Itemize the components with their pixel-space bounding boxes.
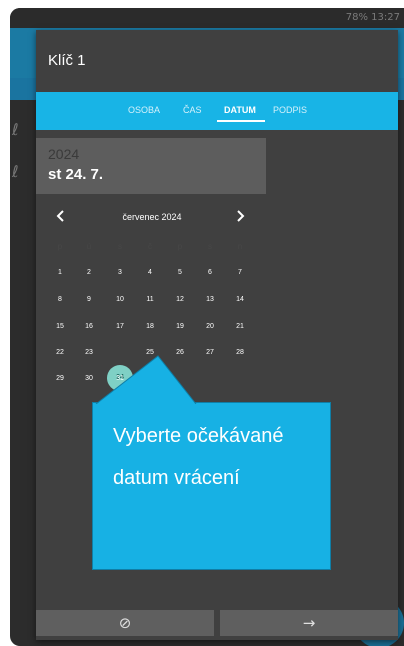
weekday-header: p — [177, 242, 183, 251]
calendar-day[interactable]: 16 — [77, 322, 101, 332]
cancel-button[interactable]: ⊘ — [36, 610, 214, 636]
calendar-day[interactable]: 10 — [108, 295, 132, 305]
dialog-footer: ⊘ → — [36, 610, 398, 640]
calendar-day[interactable]: 15 — [48, 322, 72, 332]
weekday-header: s — [208, 242, 212, 251]
calendar-day[interactable]: 11 — [138, 295, 162, 305]
date-header: 2024 st 24. 7. — [36, 138, 266, 194]
calendar-day[interactable]: 13 — [198, 295, 222, 305]
weekday-header: č — [148, 242, 152, 251]
status-bar: 78% 13:27 — [10, 8, 404, 28]
device-screen: 78% 13:27 ℓ ℓ Klíč 1 OSOBA ČAS DATUM POD… — [10, 8, 404, 646]
calendar-day[interactable]: 12 — [168, 295, 192, 305]
calendar-day[interactable]: 18 — [138, 322, 162, 332]
background-key-icon: ℓ — [12, 120, 19, 139]
date-picker-dialog: Klíč 1 OSOBA ČAS DATUM PODPIS 2024 st 24… — [36, 30, 398, 640]
weekday-header: ú — [86, 242, 92, 251]
calendar-day[interactable]: 21 — [228, 322, 252, 332]
tab-osoba[interactable]: OSOBA — [128, 105, 160, 115]
weekday-header: s — [118, 242, 122, 251]
prohibited-icon: ⊘ — [118, 614, 132, 632]
status-text: 78% 13:27 — [345, 12, 400, 23]
arrow-right-icon: → — [302, 614, 316, 632]
calendar-day[interactable]: 19 — [168, 322, 192, 332]
tab-indicator — [217, 120, 265, 122]
calendar-day[interactable]: 7 — [228, 268, 252, 278]
calendar-day[interactable]: 2 — [77, 268, 101, 278]
chevron-right-icon[interactable] — [235, 210, 245, 225]
month-label: červenec 2024 — [122, 212, 182, 222]
calendar-day[interactable]: 5 — [168, 268, 192, 278]
chevron-left-icon[interactable] — [56, 210, 66, 225]
tooltip-text: Vyberte očekávané datum vrácení — [113, 425, 284, 489]
calendar-day[interactable]: 20 — [198, 322, 222, 332]
tab-bar: OSOBA ČAS DATUM PODPIS — [36, 92, 398, 130]
tab-podpis[interactable]: PODPIS — [273, 105, 307, 115]
calendar-day[interactable]: 14 — [228, 295, 252, 305]
calendar-day[interactable]: 6 — [198, 268, 222, 278]
weekday-header: n — [237, 242, 243, 251]
calendar-day[interactable]: 9 — [77, 295, 101, 305]
hint-tooltip: Vyberte očekávané datum vrácení — [92, 402, 331, 570]
calendar-day[interactable]: 17 — [108, 322, 132, 332]
year-text[interactable]: 2024 — [48, 146, 79, 162]
calendar-day[interactable]: 22 — [48, 348, 72, 358]
dialog-title: Klíč 1 — [48, 52, 86, 69]
calendar-day[interactable]: 29 — [48, 374, 72, 384]
calendar-day[interactable]: 3 — [108, 268, 132, 278]
tab-cas[interactable]: ČAS — [183, 105, 202, 115]
tooltip-pointer — [95, 355, 197, 404]
weekday-header: p — [57, 242, 63, 251]
calendar-day[interactable]: 1 — [48, 268, 72, 278]
selected-date-text: st 24. 7. — [48, 166, 104, 183]
calendar-day[interactable]: 8 — [48, 295, 72, 305]
background-key-icon-2: ℓ — [12, 162, 19, 181]
confirm-button[interactable]: → — [220, 610, 398, 636]
tab-datum[interactable]: DATUM — [224, 105, 256, 115]
calendar-day[interactable]: 4 — [138, 268, 162, 278]
